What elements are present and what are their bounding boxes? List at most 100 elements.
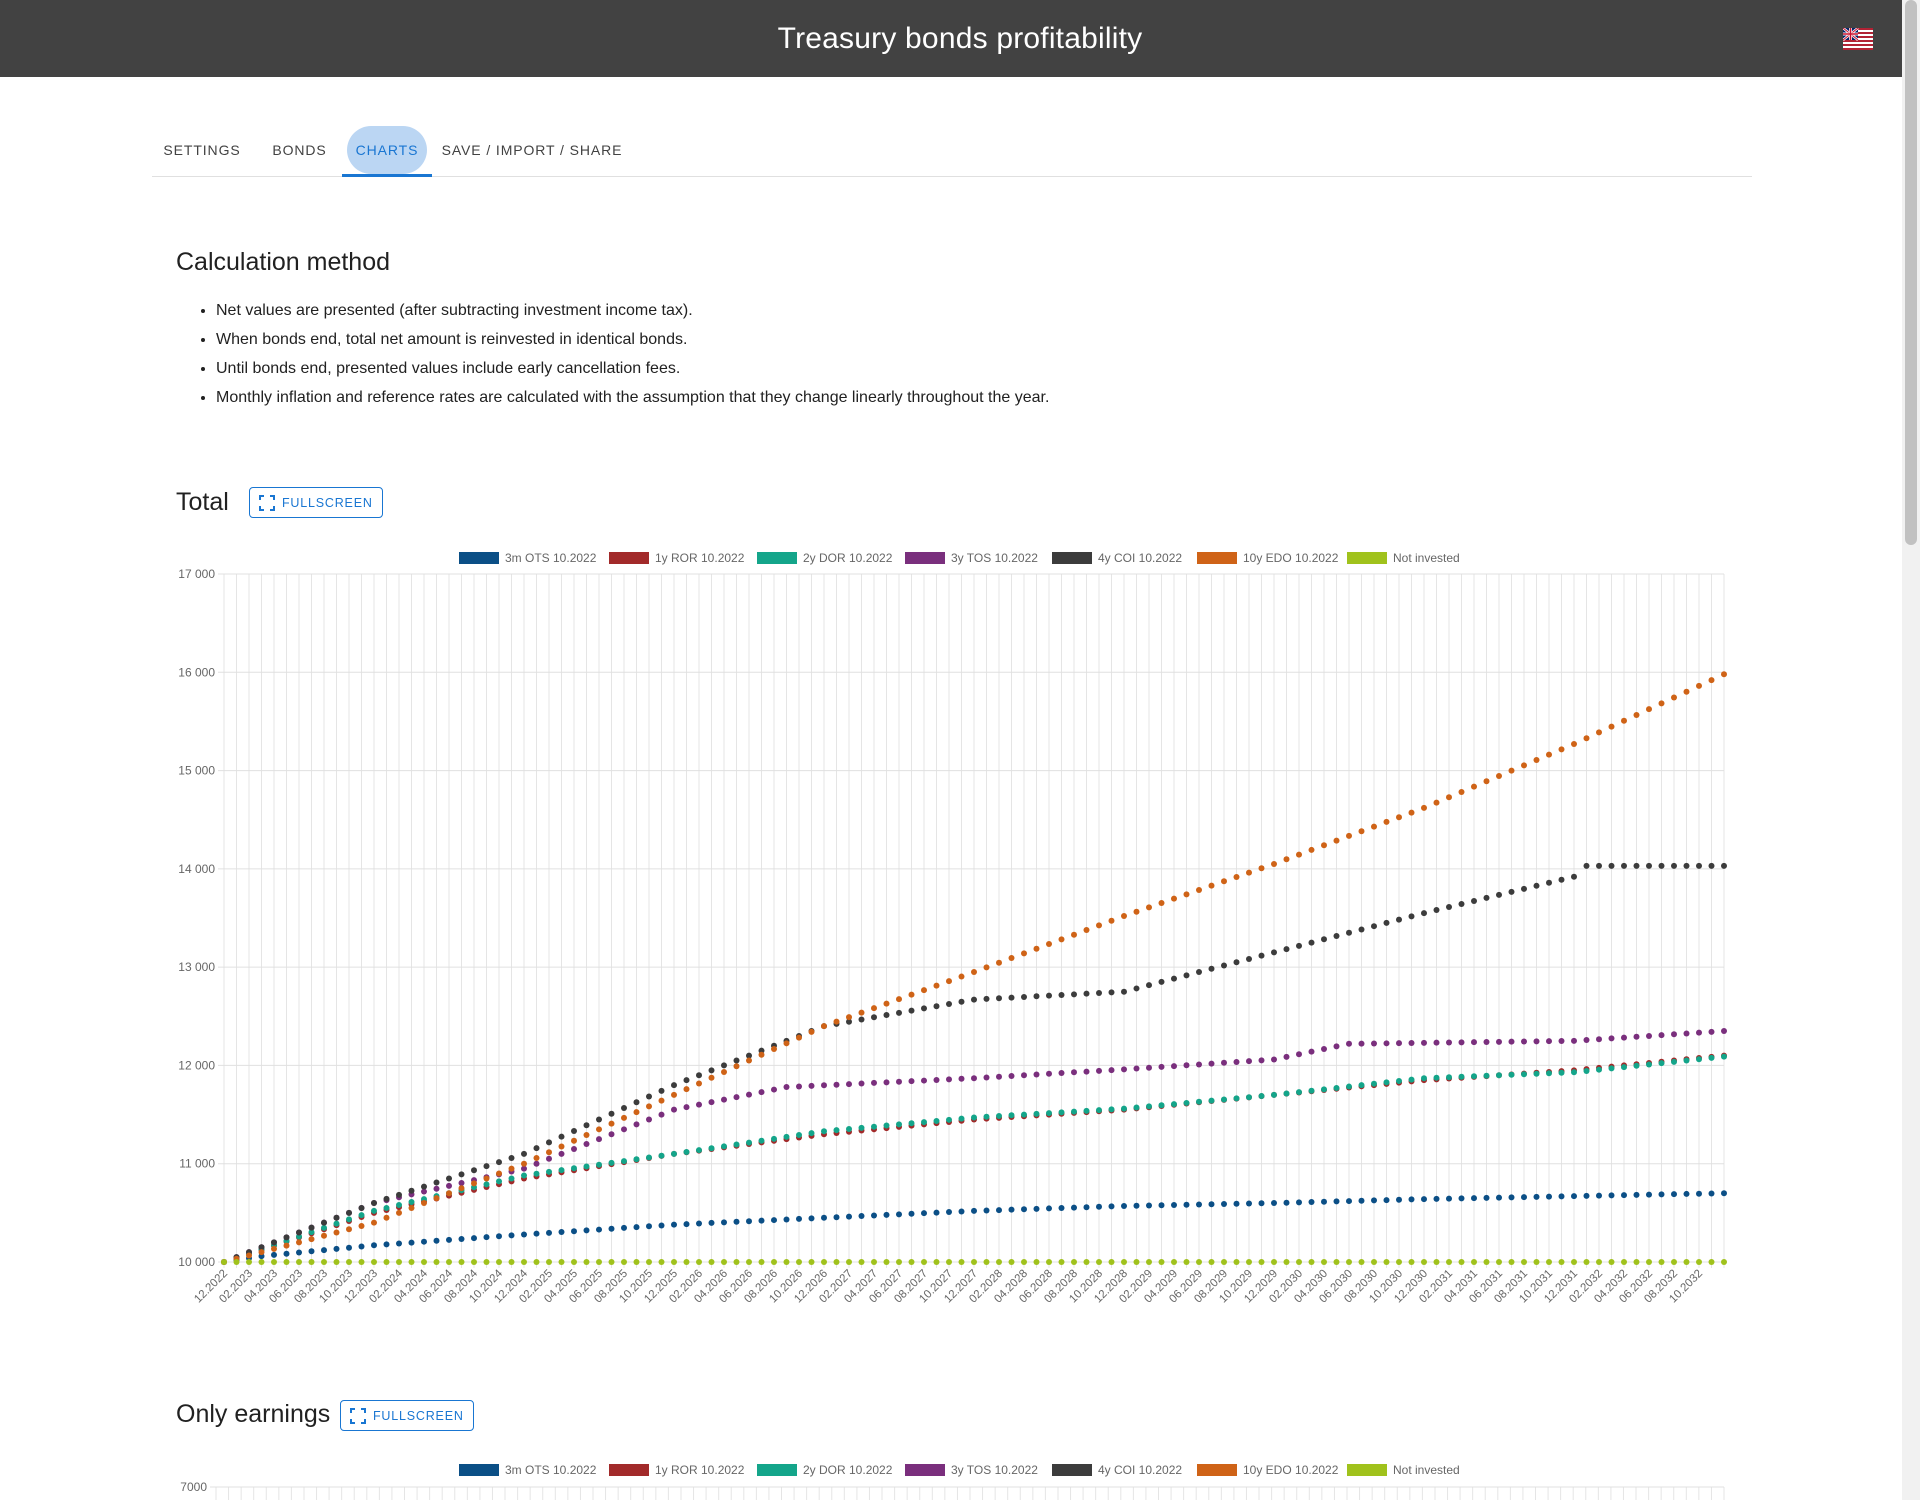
data-point [646, 1154, 652, 1161]
data-point [1058, 1259, 1065, 1265]
data-point [1408, 1259, 1415, 1265]
data-point [371, 1207, 377, 1214]
data-point [1071, 1069, 1077, 1076]
data-point [296, 1229, 302, 1236]
data-point [1133, 1202, 1140, 1209]
data-point [1458, 1259, 1465, 1265]
data-point [383, 1259, 390, 1265]
legend-label: 2y DOR 10.2022 [803, 1463, 893, 1477]
data-point [1008, 1259, 1015, 1265]
data-point [1408, 1039, 1415, 1046]
data-point [1596, 1066, 1602, 1073]
data-point [1508, 767, 1515, 774]
data-point [758, 1089, 765, 1096]
data-point [1546, 751, 1552, 758]
data-point [221, 1259, 227, 1265]
data-point [996, 1259, 1002, 1265]
data-point [646, 1093, 652, 1100]
data-point [1096, 922, 1102, 929]
data-point [1583, 1067, 1590, 1074]
data-point [596, 1136, 602, 1143]
data-point [608, 1131, 615, 1138]
data-point [458, 1171, 465, 1178]
legend-swatch [757, 552, 797, 564]
data-point [846, 1081, 852, 1088]
data-point [1246, 869, 1252, 876]
data-point [371, 1200, 377, 1207]
data-point [1546, 1259, 1552, 1265]
data-point [746, 1259, 752, 1265]
data-point [1158, 978, 1165, 985]
data-point [1096, 1203, 1102, 1210]
data-point [471, 1259, 477, 1265]
data-point [1146, 904, 1152, 911]
data-point [508, 1232, 515, 1239]
data-point [1671, 1259, 1677, 1265]
data-point [708, 1074, 715, 1081]
data-point [1283, 1259, 1290, 1265]
data-point [733, 1141, 740, 1148]
data-point [1433, 1039, 1440, 1046]
y-tick-label: 11 000 [179, 1157, 215, 1171]
data-point [1196, 1098, 1202, 1105]
data-point [1308, 939, 1315, 946]
data-point [1696, 1056, 1702, 1063]
data-point [871, 1123, 877, 1130]
legend-swatch [1347, 1464, 1387, 1476]
data-point [1258, 1259, 1265, 1265]
data-point [696, 1101, 702, 1108]
data-point [933, 1117, 940, 1124]
data-point [1708, 1028, 1715, 1035]
data-point [846, 1259, 852, 1265]
legend-swatch [1347, 552, 1387, 564]
data-point [921, 987, 927, 994]
data-point [1621, 1034, 1627, 1041]
data-point [1633, 862, 1640, 869]
scrollbar-thumb[interactable] [1905, 0, 1917, 545]
data-point [1296, 1051, 1302, 1058]
data-point [408, 1187, 415, 1194]
data-point [1171, 895, 1177, 902]
legend-label: 3m OTS 10.2022 [505, 551, 597, 565]
data-point [496, 1159, 502, 1166]
data-point [571, 1259, 577, 1265]
data-point [1446, 1074, 1452, 1081]
data-point [308, 1236, 315, 1243]
data-point [883, 1000, 890, 1007]
data-point [1008, 1112, 1015, 1119]
data-point [371, 1242, 377, 1249]
data-point [721, 1068, 727, 1075]
data-point [1571, 1069, 1577, 1076]
data-point [321, 1247, 327, 1254]
data-point [1021, 1259, 1027, 1265]
data-point [421, 1200, 427, 1207]
data-point [1596, 1036, 1602, 1043]
legend-swatch [459, 552, 499, 564]
data-point [771, 1046, 777, 1053]
data-point [1633, 1062, 1640, 1069]
data-point [1383, 1079, 1390, 1086]
data-point [871, 1005, 877, 1012]
data-point [683, 1221, 690, 1228]
data-point [933, 1259, 940, 1265]
data-point [633, 1109, 640, 1116]
data-point [646, 1259, 652, 1265]
data-point [1433, 907, 1440, 914]
data-point [658, 1097, 665, 1104]
data-point [1008, 955, 1015, 962]
data-point [671, 1082, 677, 1089]
data-point [758, 1137, 765, 1144]
data-point [1246, 1200, 1252, 1207]
data-point [821, 1023, 827, 1030]
data-point [958, 998, 965, 1005]
data-point [1346, 929, 1352, 936]
data-point [1471, 1195, 1477, 1202]
data-point [483, 1234, 490, 1241]
data-point [608, 1259, 615, 1265]
data-point [733, 1259, 740, 1265]
data-point [1621, 717, 1627, 724]
data-point [1208, 1097, 1215, 1104]
data-point [1696, 862, 1702, 869]
data-point [1371, 823, 1377, 830]
data-point [1558, 1038, 1565, 1045]
